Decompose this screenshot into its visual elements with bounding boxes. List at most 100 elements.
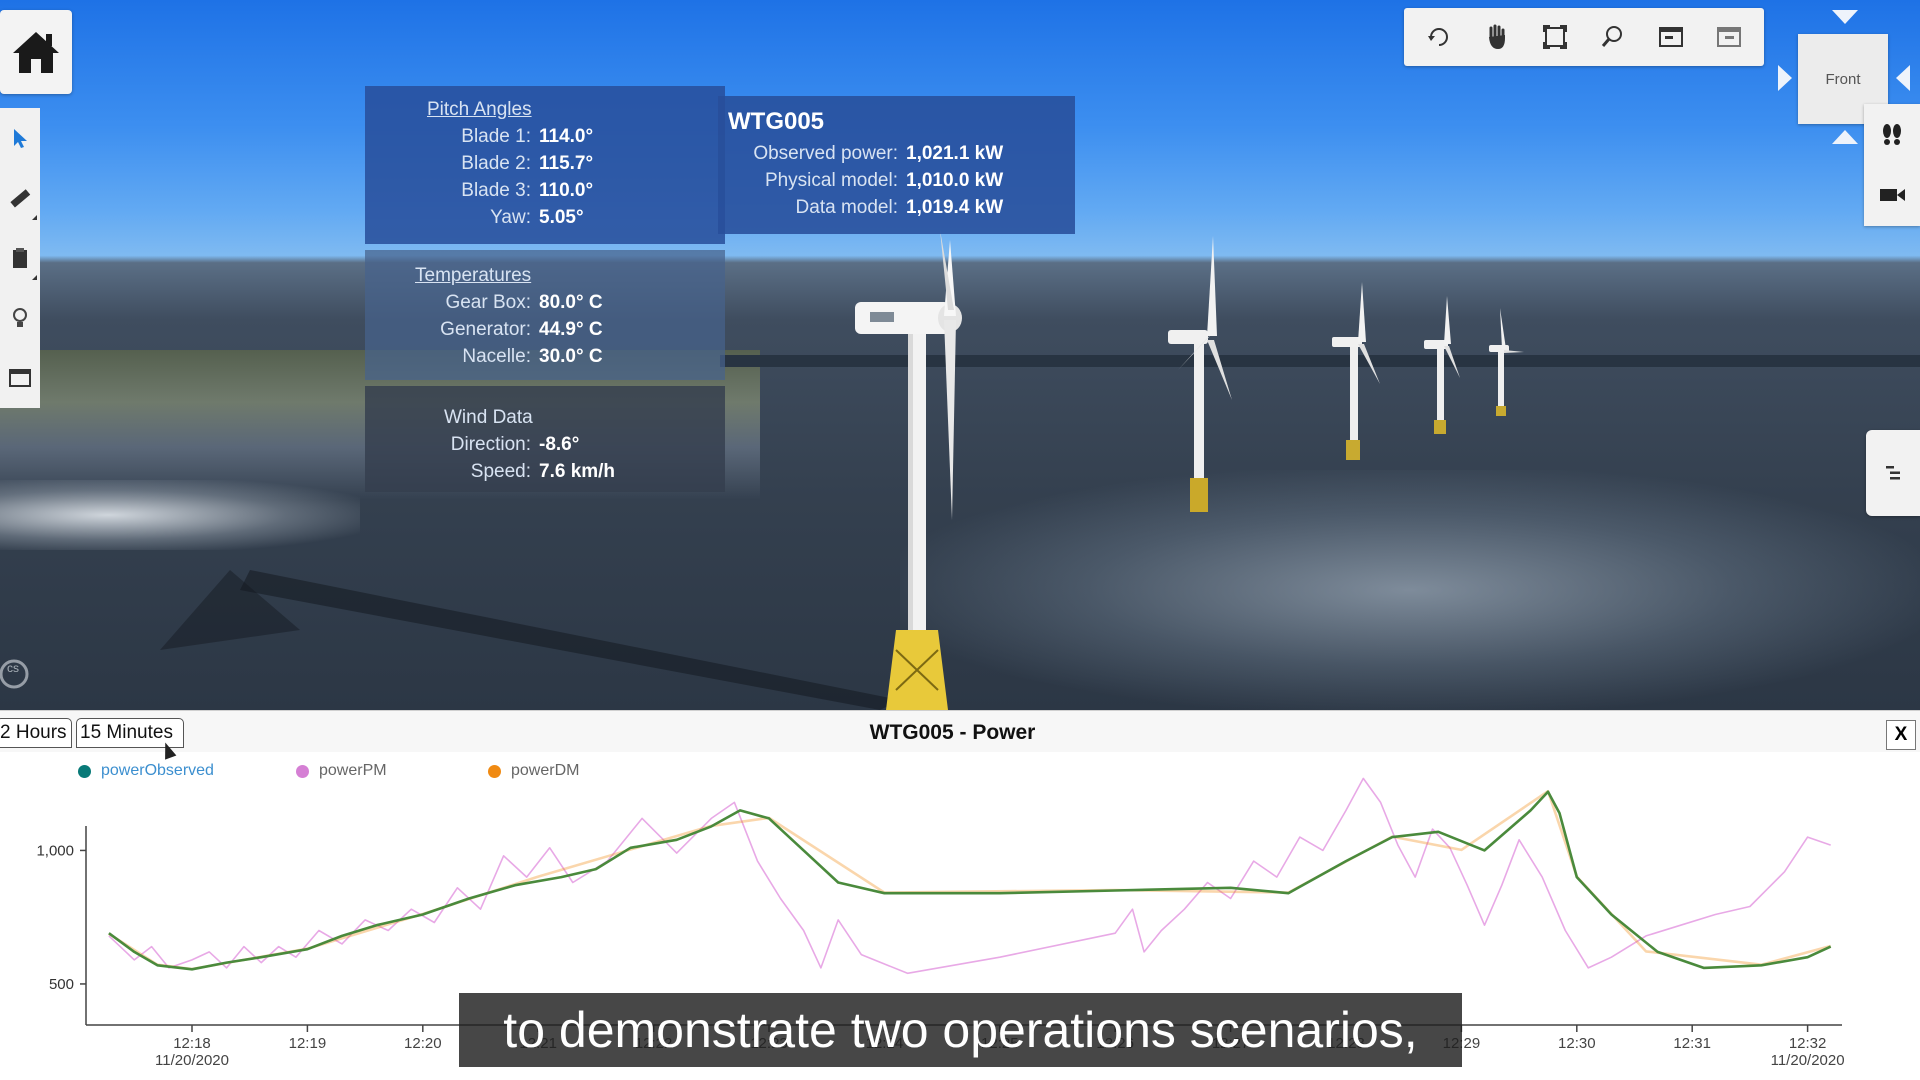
turbine-power-panel: WTG005 Observed power: 1,021.1 kW Physica… [718,96,1075,234]
navcube-up-arrow[interactable] [1832,10,1858,24]
left-toolbar [0,108,40,408]
temperature-row: Generator: 44.9° C [365,316,725,343]
pitch-row: Blade 2: 115.7° [365,150,725,177]
camera-view-button[interactable] [1705,13,1753,61]
fit-view-button[interactable] [1531,13,1579,61]
turbine-far-1 [1168,236,1232,512]
select-arrow-icon [14,129,27,148]
temperature-label: Nacelle: [462,345,531,367]
pitch-value: 110.0° [539,179,594,201]
fit-view-icon [1543,25,1567,49]
pitch-row: Blade 3: 110.0° [365,177,725,204]
wind-data-panel: Wind Data Direction: -8.6° Speed: 7.6 km/h [365,386,725,492]
pitch-label: Yaw: [490,206,531,228]
temperatures-panel: Temperatures Gear Box: 80.0° C Generator:… [365,250,725,380]
pitch-label: Blade 1: [461,125,531,147]
x-tick-date-label: 11/20/2020 [155,1052,229,1069]
x-tick-date-label: 11/20/2020 [1771,1052,1845,1069]
navcube-left-arrow[interactable] [1778,65,1792,91]
home-icon [13,32,59,73]
pitch-value: 114.0° [539,125,594,147]
3d-viewport[interactable]: Front cs Pitch Angles Blade 1: 114.0° Bla… [0,0,1920,710]
window-tool-button[interactable] [0,348,40,408]
clipboard-icon [13,248,27,268]
fullscreen-icon [1659,27,1683,47]
turbine-shadow [240,570,900,710]
temperature-value: 30.0° C [539,345,603,367]
video-camera-icon [1880,188,1905,201]
temperature-label: Gear Box: [445,291,531,313]
power-value: 1,021.1 kW [906,142,1004,164]
lighting-tool-button[interactable] [0,288,40,348]
fullscreen-button[interactable] [1647,13,1695,61]
pitch-row: Yaw: 5.05° [365,204,725,231]
power-value: 1,019.4 kW [906,196,1004,218]
temperature-value: 44.9° C [539,318,603,340]
pitch-label: Blade 3: [461,179,531,201]
home-button[interactable] [0,10,72,94]
navcube-face-label: Front [1825,70,1861,88]
list-tree-icon [1886,466,1900,480]
turbine-far-4 [1489,308,1524,416]
x-tick-label: 12:18 [173,1035,211,1052]
turbine-name: WTG005 [728,108,825,135]
pitch-value: 115.7° [539,152,594,174]
wind-value: -8.6° [539,433,580,455]
x-tick-label: 12:32 [1789,1035,1827,1052]
wind-row: Speed: 7.6 km/h [365,458,725,485]
pitch-row: Blade 1: 114.0° [365,123,725,150]
measure-tool-button[interactable] [0,168,40,228]
y-tick-label: 500 [49,976,74,993]
temperature-value: 80.0° C [539,291,603,313]
x-tick-label: 12:20 [404,1035,442,1052]
lightbulb-icon [13,308,27,327]
temperatures-title[interactable]: Temperatures [365,262,725,289]
window-icon [9,369,31,387]
top-toolbar [1404,8,1764,66]
x-tick-label: 12:19 [289,1035,327,1052]
pitch-angles-panel: Pitch Angles Blade 1: 114.0° Blade 2: 115.… [365,86,725,244]
turbine-wtg005 [855,230,962,710]
power-label: Physical model: [764,169,898,191]
power-row: Physical model: 1,010.0 kW [728,167,1075,194]
pan-button[interactable] [1473,13,1521,61]
power-value: 1,010.0 kW [906,169,1004,191]
power-row: Observed power: 1,021.1 kW [728,140,1075,167]
navcube-down-arrow[interactable] [1832,130,1858,144]
app-root: Front cs Pitch Angles Blade 1: 114.0° Bla… [0,0,1920,1080]
wind-row: Direction: -8.6° [365,431,725,458]
x-tick-label: 12:30 [1558,1035,1596,1052]
orbit-button[interactable] [1415,13,1463,61]
pan-hand-icon [1489,24,1505,49]
pitch-label: Blade 2: [461,152,531,174]
wind-label: Speed: [470,460,531,482]
walk-button[interactable] [1879,121,1905,152]
side-panel-toggle[interactable] [1866,430,1920,516]
zoom-icon [1601,26,1622,47]
wind-data-title: Wind Data [444,406,533,428]
camera-view-icon [1717,27,1741,47]
turbine-far-3 [1424,296,1460,434]
power-row: Data model: 1,019.4 kW [728,194,1075,221]
orbit-icon [1428,28,1448,46]
x-tick-label: 12:31 [1673,1035,1711,1052]
video-camera-button[interactable] [1878,185,1906,210]
cesium-logo-icon: cs [0,659,29,689]
temperature-row: Gear Box: 80.0° C [365,289,725,316]
power-label: Observed power: [753,142,898,164]
wind-value: 7.6 km/h [539,460,616,482]
power-label: Data model: [795,196,898,218]
navcube-right-arrow[interactable] [1896,65,1910,91]
series-line-powerPM [108,777,1831,975]
svg-text:cs: cs [7,661,19,675]
walk-icon [1883,123,1901,145]
pitch-angles-title[interactable]: Pitch Angles [365,96,725,123]
wind-label: Direction: [450,433,531,455]
video-subtitle: to demonstrate two operations scenarios, [459,993,1462,1067]
right-toolbar [1864,104,1920,226]
zoom-button[interactable] [1589,13,1637,61]
temperature-label: Generator: [440,318,531,340]
select-tool-button[interactable] [0,108,40,168]
annotate-tool-button[interactable] [0,228,40,288]
temperature-row: Nacelle: 30.0° C [365,343,725,370]
